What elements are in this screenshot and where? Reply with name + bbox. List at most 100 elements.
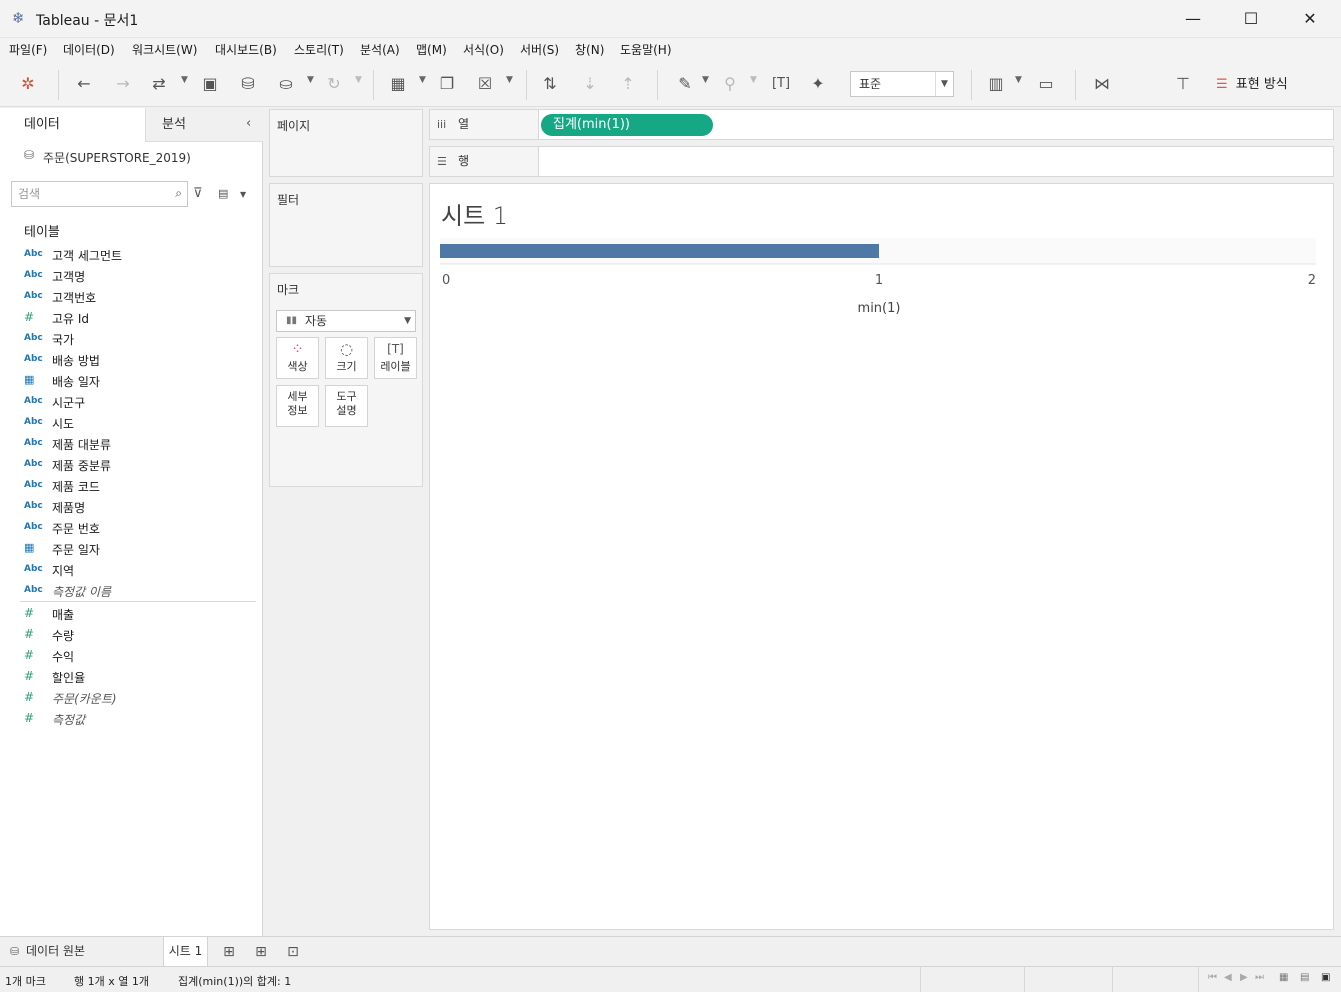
tab-sheet-1[interactable]: 시트 1 [163,937,208,966]
sort-ascending-icon[interactable]: ⇣ [580,73,600,95]
dimensions-field[interactable]: Abc 지역 [0,560,262,581]
measures-field[interactable]: # 할인율 [0,667,262,688]
tableau-start-icon[interactable]: ✲ [18,73,38,95]
sheet-title[interactable]: 시트 1 [441,196,508,231]
menu-help[interactable]: 도움말(H) [620,41,672,58]
new-worksheet-icon[interactable]: ⊞ [218,942,240,962]
column-pill[interactable]: 집계(min(1)) [541,114,713,136]
dimensions-field[interactable]: Abc 배송 방법 [0,350,262,371]
measures-field[interactable]: # 매출 [0,604,262,625]
dimensions-field[interactable]: Abc 시군구 [0,392,262,413]
pages-shelf[interactable]: 페이지 [269,109,423,177]
menu-analysis[interactable]: 분석(A) [360,41,400,58]
dimensions-field[interactable]: Abc 시도 [0,413,262,434]
dimensions-field[interactable]: Abc 주문 번호 [0,518,262,539]
first-sheet-icon[interactable]: ⏮ [1208,972,1217,983]
new-datasource-icon[interactable]: ⛁ [238,73,258,95]
next-sheet-icon[interactable]: ▶ [1240,972,1248,983]
new-worksheet-icon[interactable]: ▦ [388,73,408,95]
share-icon[interactable]: ⋈ [1092,73,1112,95]
dimensions-field[interactable]: # 고유 Id [0,308,262,329]
clear-sheet-icon[interactable]: ☒ [475,73,495,95]
chevron-down-icon[interactable]: ▼ [404,311,411,331]
show-mark-labels-icon[interactable]: [T] [771,73,791,95]
filters-shelf[interactable]: 필터 [269,183,423,267]
chevron-down-icon[interactable]: ▼ [1015,75,1022,85]
bar[interactable] [440,244,879,258]
chevron-down-icon[interactable]: ▼ [419,75,426,85]
label-button[interactable]: [T] 레이블 [374,337,417,379]
maximize-button[interactable]: ☐ [1222,0,1280,38]
chevron-left-icon[interactable]: ‹ [246,116,251,131]
measures-field[interactable]: # 수익 [0,646,262,667]
menu-format[interactable]: 서식(O) [463,41,504,58]
dimensions-field[interactable]: Abc 고객번호 [0,287,262,308]
rows-shelf[interactable]: ☰ 행 [429,146,1334,177]
chevron-down-icon[interactable]: ▼ [506,75,513,85]
previous-sheet-icon[interactable]: ◀ [1224,972,1232,983]
new-dashboard-icon[interactable]: ⊞ [250,942,272,962]
worksheet-view[interactable]: 시트 1 0 1 2 min(1) [429,183,1334,930]
pause-updates-icon[interactable]: ⛀ [276,73,296,95]
fit-dropdown[interactable]: 표준 ▼ [850,71,954,97]
menu-data[interactable]: 데이터(D) [63,41,115,58]
dimensions-field[interactable]: Abc 고객명 [0,266,262,287]
chevron-down-icon[interactable]: ▼ [702,75,709,85]
search-input[interactable] [18,186,168,202]
close-button[interactable]: ✕ [1281,0,1339,38]
show-tabs-icon[interactable]: ▣ [1321,972,1330,983]
dimensions-field[interactable]: Abc 제품 코드 [0,476,262,497]
tooltip-button[interactable]: 도구 설명 [325,385,368,427]
dimensions-field[interactable]: Abc 측정값 이름 [0,581,262,602]
show-cards-icon[interactable]: ▥ [986,73,1006,95]
menu-story[interactable]: 스토리(T) [294,41,344,58]
minimize-button[interactable]: — [1164,0,1222,38]
color-button[interactable]: ⁘ 색상 [276,337,319,379]
dimensions-field[interactable]: Abc 제품 대분류 [0,434,262,455]
menu-server[interactable]: 서버(S) [520,41,559,58]
highlight-icon[interactable]: ✎ [675,73,695,95]
measures-field[interactable]: # 수량 [0,625,262,646]
menu-file[interactable]: 파일(F) [9,41,47,58]
chevron-down-icon[interactable]: ▼ [240,190,246,199]
redo-icon[interactable]: → [113,73,133,95]
chevron-down-icon[interactable]: ▼ [355,75,362,85]
tab-data[interactable]: 데이터 [0,108,145,142]
last-sheet-icon[interactable]: ⏭ [1255,972,1264,983]
menu-map[interactable]: 맵(M) [416,41,447,58]
sort-descending-icon[interactable]: ⇡ [618,73,638,95]
dimensions-field[interactable]: ▦ 배송 일자 [0,371,262,392]
group-members-icon[interactable]: ⚲ [720,73,740,95]
presentation-mode-icon[interactable]: ▭ [1036,73,1056,95]
dimensions-field[interactable]: Abc 제품명 [0,497,262,518]
search-icon[interactable]: ⌕ [175,186,182,201]
detail-button[interactable]: 세부 정보 [276,385,319,427]
chevron-down-icon[interactable]: ▼ [750,75,757,85]
measures-field[interactable]: # 측정값 [0,709,262,730]
show-sheet-sorter-icon[interactable]: ▦ [1279,972,1288,983]
undo-icon[interactable]: ← [74,73,94,95]
menu-dashboard[interactable]: 대시보드(B) [215,41,277,58]
chevron-down-icon[interactable]: ▼ [307,75,314,85]
show-me-button[interactable]: ☰ 표현 방식 [1216,73,1288,92]
bar-chart[interactable]: 0 1 2 min(1) [430,234,1333,334]
save-icon[interactable]: ▣ [200,73,220,95]
pin-axes-icon[interactable]: ✦ [808,73,828,95]
mark-type-dropdown[interactable]: ▮▮ 자동 ▼ [276,310,416,332]
chevron-down-icon[interactable]: ▼ [935,72,953,96]
menu-window[interactable]: 창(N) [575,41,604,58]
dimensions-field[interactable]: Abc 국가 [0,329,262,350]
swap-rows-columns-icon[interactable]: ⇅ [540,73,560,95]
dimensions-field[interactable]: Abc 제품 중분류 [0,455,262,476]
tab-datasource[interactable]: ⛁ 데이터 원본 [0,937,163,966]
refresh-icon[interactable]: ↻ [324,73,344,95]
menu-worksheet[interactable]: 워크시트(W) [132,41,197,58]
size-button[interactable]: ◌ 크기 [325,337,368,379]
measures-field[interactable]: # 주문(카운트) [0,688,262,709]
new-story-icon[interactable]: ⊡ [282,942,304,962]
datasource-name[interactable]: 주문(SUPERSTORE_2019) [43,149,191,166]
filter-icon[interactable]: ⊽ [193,186,203,201]
swap-icon[interactable]: ⇄ [149,73,169,95]
dimensions-field[interactable]: ▦ 주문 일자 [0,539,262,560]
server-publish-icon[interactable]: ⊤ [1173,73,1193,95]
